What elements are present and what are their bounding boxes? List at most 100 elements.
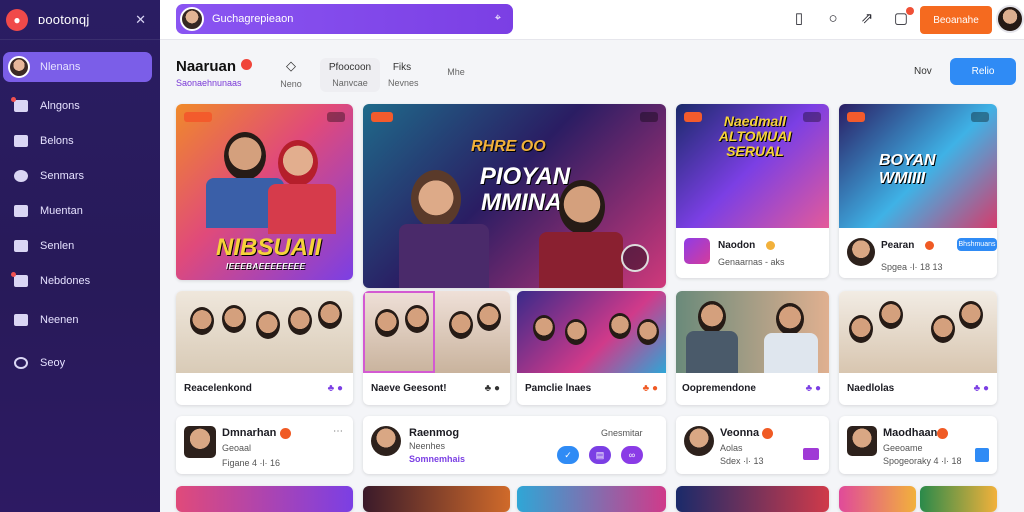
tab-neno[interactable]: ◇ Neno [280, 58, 302, 89]
featured-caption: IEEEBAEEEEEEEE [226, 262, 306, 271]
card-sub: Geeoame [883, 443, 923, 453]
verified-badge [766, 241, 775, 250]
person [533, 315, 555, 341]
person [411, 170, 461, 228]
card-meta: Sdex ·l· 13 [720, 456, 764, 466]
profile-avatar[interactable] [996, 5, 1024, 33]
reaction-icon[interactable]: ♣ ● [485, 383, 500, 394]
person [477, 303, 501, 331]
person [224, 132, 266, 180]
follow-button[interactable]: Relio [950, 58, 1016, 85]
thumbnail-partial[interactable] [517, 486, 666, 512]
logo-icon[interactable]: ● [6, 8, 28, 31]
reaction-icon[interactable]: ♣ ● [974, 383, 989, 394]
media-icon[interactable] [803, 448, 819, 460]
thumbnail-partial[interactable] [920, 486, 997, 512]
person [698, 301, 726, 333]
tab-pfoocoon[interactable]: Pfoocoon Nanvcae [320, 58, 380, 92]
thumbnail-partial[interactable] [363, 486, 510, 512]
list-card-4[interactable]: Maodhaan Geeoame Spogeoraky 4 ·l· 18 [839, 416, 997, 474]
avatar [684, 426, 714, 456]
person [222, 305, 246, 333]
grid-icon[interactable] [975, 448, 989, 462]
featured-card-1[interactable]: NIBSUAII IEEEBAEEEEEEEE [176, 104, 353, 280]
featured-art-text: NIBSUAII [216, 234, 322, 261]
check-icon[interactable]: ✓ [557, 446, 579, 464]
cta-button[interactable]: Beoanahe [920, 6, 992, 34]
card-title: Pearan [881, 240, 915, 251]
brand-name: ᴅootonqj [38, 12, 90, 27]
person [879, 301, 903, 329]
search-input[interactable]: Guchagrepieaon ⌖ [176, 4, 513, 34]
card-sub: Spgea ·l· 18 13 [881, 262, 943, 272]
person [559, 180, 605, 234]
sidebar-item-label: Neenen [40, 313, 79, 326]
sidebar-item-senlen[interactable]: Senlen [0, 228, 160, 263]
phone-icon[interactable]: ▯ [790, 10, 808, 28]
reaction-icon[interactable]: ♣ ● [643, 383, 658, 394]
sidebar-item-seoy[interactable]: Seoy [0, 345, 160, 380]
tab-fiks[interactable]: Fiks Nevnes [388, 62, 419, 88]
thumbnail-partial[interactable] [176, 486, 353, 512]
chat-icon [14, 169, 28, 182]
card-title: Pamclie lnaes [525, 383, 592, 394]
brand-row: ● ᴅootonqj ✕ [0, 0, 160, 40]
more-icon[interactable]: ⋯ [333, 426, 343, 437]
close-icon[interactable]: ✕ [135, 12, 146, 28]
sidebar-item-senmars[interactable]: Senmars [0, 158, 160, 193]
avatar [847, 238, 875, 266]
link-icon[interactable]: ∞ [621, 446, 643, 464]
diamond-icon: ◇ [286, 58, 296, 73]
list-card-1[interactable]: Dmnarhan Geoaal Figane 4 ·l· 16 ⋯ [176, 416, 353, 474]
menu-icon [14, 356, 28, 369]
share-icon[interactable]: ⇗ [858, 10, 876, 28]
sort-now[interactable]: Nov [914, 66, 932, 77]
selected-frame [363, 291, 435, 373]
featured-art-text: Naedmall ALTOMUAI SERUAL [718, 113, 792, 159]
thumbnail-partial[interactable] [676, 486, 829, 512]
sidebar-item-muentan[interactable]: Muentan [0, 193, 160, 228]
grid-card-2[interactable]: Naeve Geesont! ♣ ● [363, 291, 510, 405]
card-title: Naeve Geesont! [371, 383, 447, 394]
sidebar-item-belons[interactable]: Belons [0, 123, 160, 158]
person [609, 313, 631, 339]
play-icon[interactable] [621, 244, 649, 272]
reaction-icon[interactable]: ♣ ● [328, 383, 343, 394]
notification-icon[interactable]: ▢ [892, 7, 914, 28]
verified-badge [937, 428, 948, 439]
sidebar-item-nebdones[interactable]: Nebdones [0, 263, 160, 298]
person [405, 305, 429, 333]
list-icon[interactable]: ▤ [589, 446, 611, 464]
sidebar-item-label: Nebdones [40, 274, 91, 287]
list-card-2[interactable]: Raenmog Neenhes Somnemhais Gnesmitar ✓ ▤… [363, 416, 666, 474]
sidebar-nav: Nlenans Alngons Belons Senmars Muentan S… [0, 52, 160, 380]
person-shirt [686, 331, 738, 373]
avatar [184, 426, 216, 458]
grid-card-3[interactable]: Pamclie lnaes ♣ ● [517, 291, 666, 405]
sidebar-item-nlenans[interactable]: Nlenans [3, 52, 152, 82]
card-meta: Spogeoraky 4 ·l· 18 [883, 456, 962, 466]
verified-badge [280, 428, 291, 439]
list-card-3[interactable]: Veonna Aolas Sdex ·l· 13 [676, 416, 829, 474]
featured-card-4[interactable]: BOYAN WMIIII Pearan Spgea ·l· 18 13 Bhsh… [839, 104, 997, 278]
tab-label: Pfoocoon [328, 62, 372, 73]
featured-card-3[interactable]: Naedmall ALTOMUAI SERUAL Naodon Genaarna… [676, 104, 829, 278]
sidebar-item-alngons[interactable]: Alngons [0, 88, 160, 123]
sidebar-item-neenen[interactable]: Neenen [0, 302, 160, 337]
featured-card-2[interactable]: RHRE OO PIOYAN MMINAI [363, 104, 666, 288]
grid-card-5[interactable]: Naedlolas ♣ ● [839, 291, 997, 405]
card-title: Oopremendone [682, 383, 756, 394]
featured-art-text: BOYAN WMIIII [879, 152, 936, 187]
card-tag[interactable]: Somnemhais [409, 454, 465, 464]
grid-card-4[interactable]: Oopremendone ♣ ● [676, 291, 829, 405]
person [449, 311, 473, 339]
search-icon[interactable]: ○ [824, 10, 842, 28]
mic-icon[interactable]: ⌖ [495, 12, 501, 25]
reaction-icon[interactable]: ♣ ● [806, 383, 821, 394]
status-badge[interactable]: Bhshmuans [957, 238, 997, 251]
tab-mhe[interactable]: Mhe [440, 62, 472, 77]
page-title: Naaruan [176, 58, 237, 75]
grid-card-1[interactable]: Reacelenkond ♣ ● [176, 291, 353, 405]
card-title: Reacelenkond [184, 383, 252, 394]
thumbnail-partial[interactable] [839, 486, 916, 512]
